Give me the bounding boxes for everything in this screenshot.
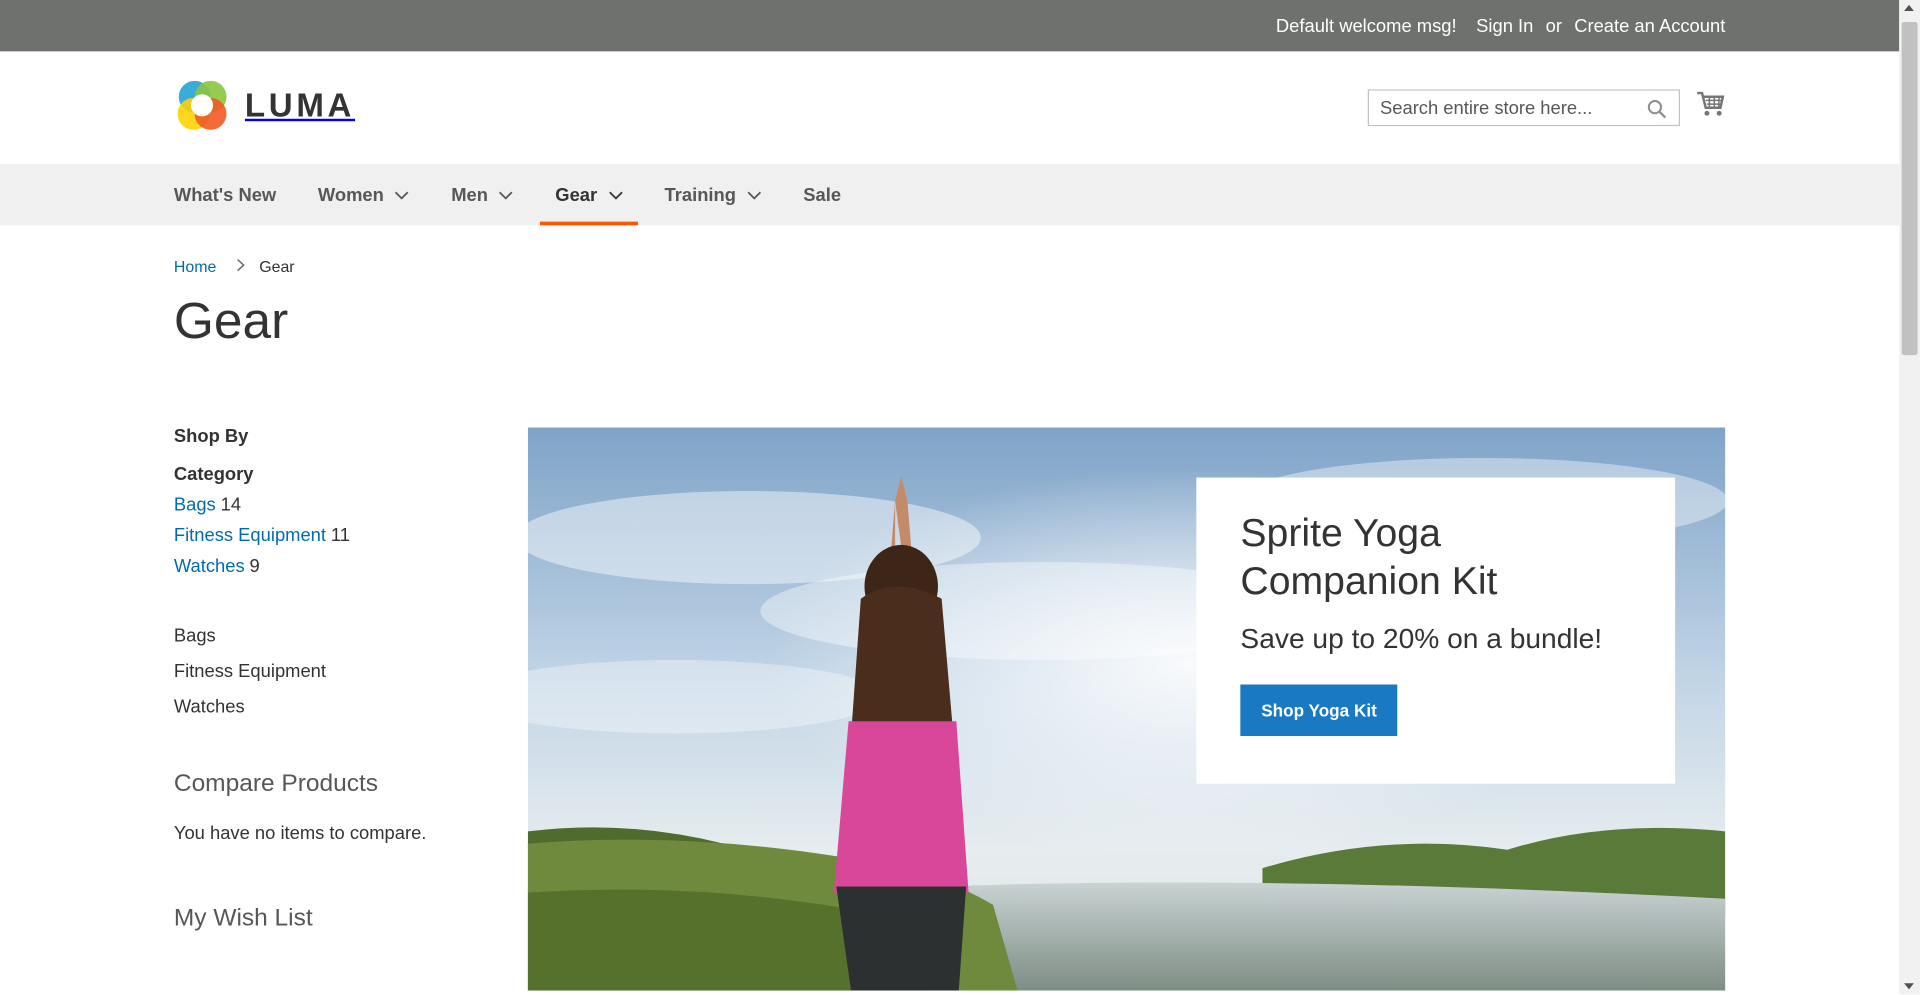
nav-label: Sale <box>803 184 842 206</box>
compare-empty-message: You have no items to compare. <box>173 822 427 844</box>
scroll-up-arrow-icon[interactable] <box>1904 4 1914 12</box>
logo[interactable]: LUMA <box>174 77 355 133</box>
or-text: or <box>1545 15 1562 37</box>
page-title: Gear <box>173 291 289 349</box>
filter-link-fitness-equipment[interactable]: Fitness Equipment <box>174 525 326 546</box>
breadcrumb-current: Gear <box>259 257 295 276</box>
filter-count: 14 <box>220 494 242 516</box>
promo-subtitle: Save up to 20% on a bundle! <box>1240 622 1603 654</box>
nav-label: Women <box>317 184 384 206</box>
compare-products-title: Compare Products <box>173 770 379 798</box>
chevron-down-icon <box>747 184 762 205</box>
category-list: Bags Fitness Equipment Watches <box>174 626 492 718</box>
sidebar: Shop By Category Bags 14 Fitness Equipmen… <box>174 426 492 933</box>
category-item-fitness-equipment[interactable]: Fitness Equipment <box>174 661 492 682</box>
logo-text: LUMA <box>244 86 356 124</box>
search-input[interactable] <box>1368 90 1655 125</box>
header: LUMA <box>0 51 1900 165</box>
create-account-link[interactable]: Create an Account <box>1574 15 1725 36</box>
chevron-down-icon <box>608 184 623 205</box>
search-box <box>1367 89 1681 127</box>
filter-category-title: Category <box>173 464 254 485</box>
breadcrumb-home-link[interactable]: Home <box>174 257 216 275</box>
chevron-down-icon <box>395 184 410 205</box>
category-item-bags[interactable]: Bags <box>174 626 492 647</box>
nav-label: What's New <box>173 184 277 206</box>
sign-in-link[interactable]: Sign In <box>1476 15 1533 36</box>
filter-option: Bags 14 <box>174 495 492 516</box>
chevron-down-icon <box>499 184 514 205</box>
scrollbar-thumb[interactable] <box>1901 22 1918 356</box>
header-links: Default welcome msg! Sign In or Create a… <box>1276 0 1725 51</box>
nav-item-whats-new[interactable]: What's New <box>174 164 276 225</box>
header-panel: Default welcome msg! Sign In or Create a… <box>0 0 1900 52</box>
nav-label: Training <box>664 184 736 206</box>
scroll-down-arrow-icon[interactable] <box>1904 983 1914 990</box>
filter-count: 9 <box>249 555 260 577</box>
breadcrumb: Home Gear <box>174 257 295 275</box>
welcome-message: Default welcome msg! <box>1275 15 1457 37</box>
wishlist-title: My Wish List <box>173 904 313 932</box>
shop-yoga-kit-button[interactable]: Shop Yoga Kit <box>1240 684 1398 736</box>
vertical-scrollbar[interactable] <box>1899 0 1920 995</box>
main-nav: What's New Women Men Gear Training Sale <box>0 164 1900 226</box>
nav-item-women[interactable]: Women <box>318 164 410 225</box>
nav-item-sale[interactable]: Sale <box>803 164 841 225</box>
promo-title: Sprite Yoga Companion Kit <box>1240 510 1498 603</box>
nav-label: Gear <box>555 184 598 206</box>
cart-icon <box>1696 91 1725 123</box>
filter-count: 11 <box>330 525 350 547</box>
page: Default welcome msg! Sign In or Create a… <box>0 0 1920 995</box>
promo-box: Sprite Yoga Companion Kit Save up to 20%… <box>1196 477 1676 784</box>
nav-item-training[interactable]: Training <box>665 164 762 225</box>
filter-option: Fitness Equipment 11 <box>174 525 492 546</box>
category-item-watches[interactable]: Watches <box>174 697 492 718</box>
shop-by-title: Shop By <box>173 426 249 447</box>
nav-item-gear[interactable]: Gear <box>540 164 638 226</box>
cart-button[interactable] <box>1696 91 1725 124</box>
luma-logo-icon <box>174 77 230 133</box>
chevron-right-icon <box>236 257 245 275</box>
filter-link-watches[interactable]: Watches <box>174 556 245 577</box>
nav-item-men[interactable]: Men <box>451 164 514 225</box>
filter-option: Watches 9 <box>174 556 492 577</box>
nav-label: Men <box>451 184 488 206</box>
filter-link-bags[interactable]: Bags <box>174 495 216 516</box>
search-icon[interactable] <box>1647 99 1667 125</box>
